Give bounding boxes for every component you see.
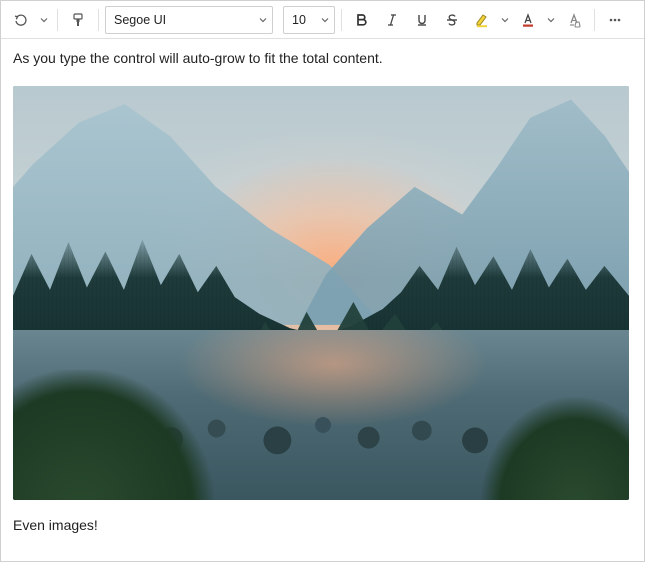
- clear-formatting-icon: [566, 12, 582, 28]
- editor-content[interactable]: As you type the control will auto-grow t…: [1, 39, 644, 561]
- font-family-combo[interactable]: Segoe UI: [105, 6, 273, 34]
- undo-button[interactable]: [7, 6, 35, 34]
- italic-button[interactable]: [378, 6, 406, 34]
- separator: [594, 9, 595, 31]
- highlight-button[interactable]: [468, 6, 496, 34]
- font-color-icon: [520, 12, 536, 28]
- chevron-down-icon: [320, 15, 330, 25]
- italic-icon: [384, 12, 400, 28]
- chevron-down-icon: [501, 16, 509, 24]
- font-size-combo[interactable]: 10: [283, 6, 335, 34]
- format-painter-button[interactable]: [64, 6, 92, 34]
- font-family-value: Segoe UI: [114, 13, 166, 27]
- more-icon: [607, 12, 623, 28]
- strikethrough-button[interactable]: [438, 6, 466, 34]
- font-color-button[interactable]: [514, 6, 542, 34]
- paragraph: Even images!: [13, 516, 632, 535]
- embedded-image[interactable]: [13, 86, 629, 500]
- format-painter-icon: [70, 12, 86, 28]
- strikethrough-icon: [444, 12, 460, 28]
- underline-icon: [414, 12, 430, 28]
- separator: [57, 9, 58, 31]
- overflow-button[interactable]: [601, 6, 629, 34]
- underline-button[interactable]: [408, 6, 436, 34]
- rich-text-editor: Segoe UI 10: [0, 0, 645, 562]
- undo-icon: [13, 12, 29, 28]
- editor-toolbar: Segoe UI 10: [1, 1, 644, 39]
- chevron-down-icon: [40, 16, 48, 24]
- font-size-value: 10: [292, 13, 306, 27]
- chevron-down-icon: [547, 16, 555, 24]
- chevron-down-icon: [258, 15, 268, 25]
- clear-formatting-button[interactable]: [560, 6, 588, 34]
- highlight-dropdown[interactable]: [498, 6, 512, 34]
- separator: [341, 9, 342, 31]
- font-color-dropdown[interactable]: [544, 6, 558, 34]
- undo-dropdown[interactable]: [37, 6, 51, 34]
- highlight-icon: [474, 12, 490, 28]
- bold-button[interactable]: [348, 6, 376, 34]
- paragraph: As you type the control will auto-grow t…: [13, 49, 632, 68]
- bold-icon: [354, 12, 370, 28]
- separator: [98, 9, 99, 31]
